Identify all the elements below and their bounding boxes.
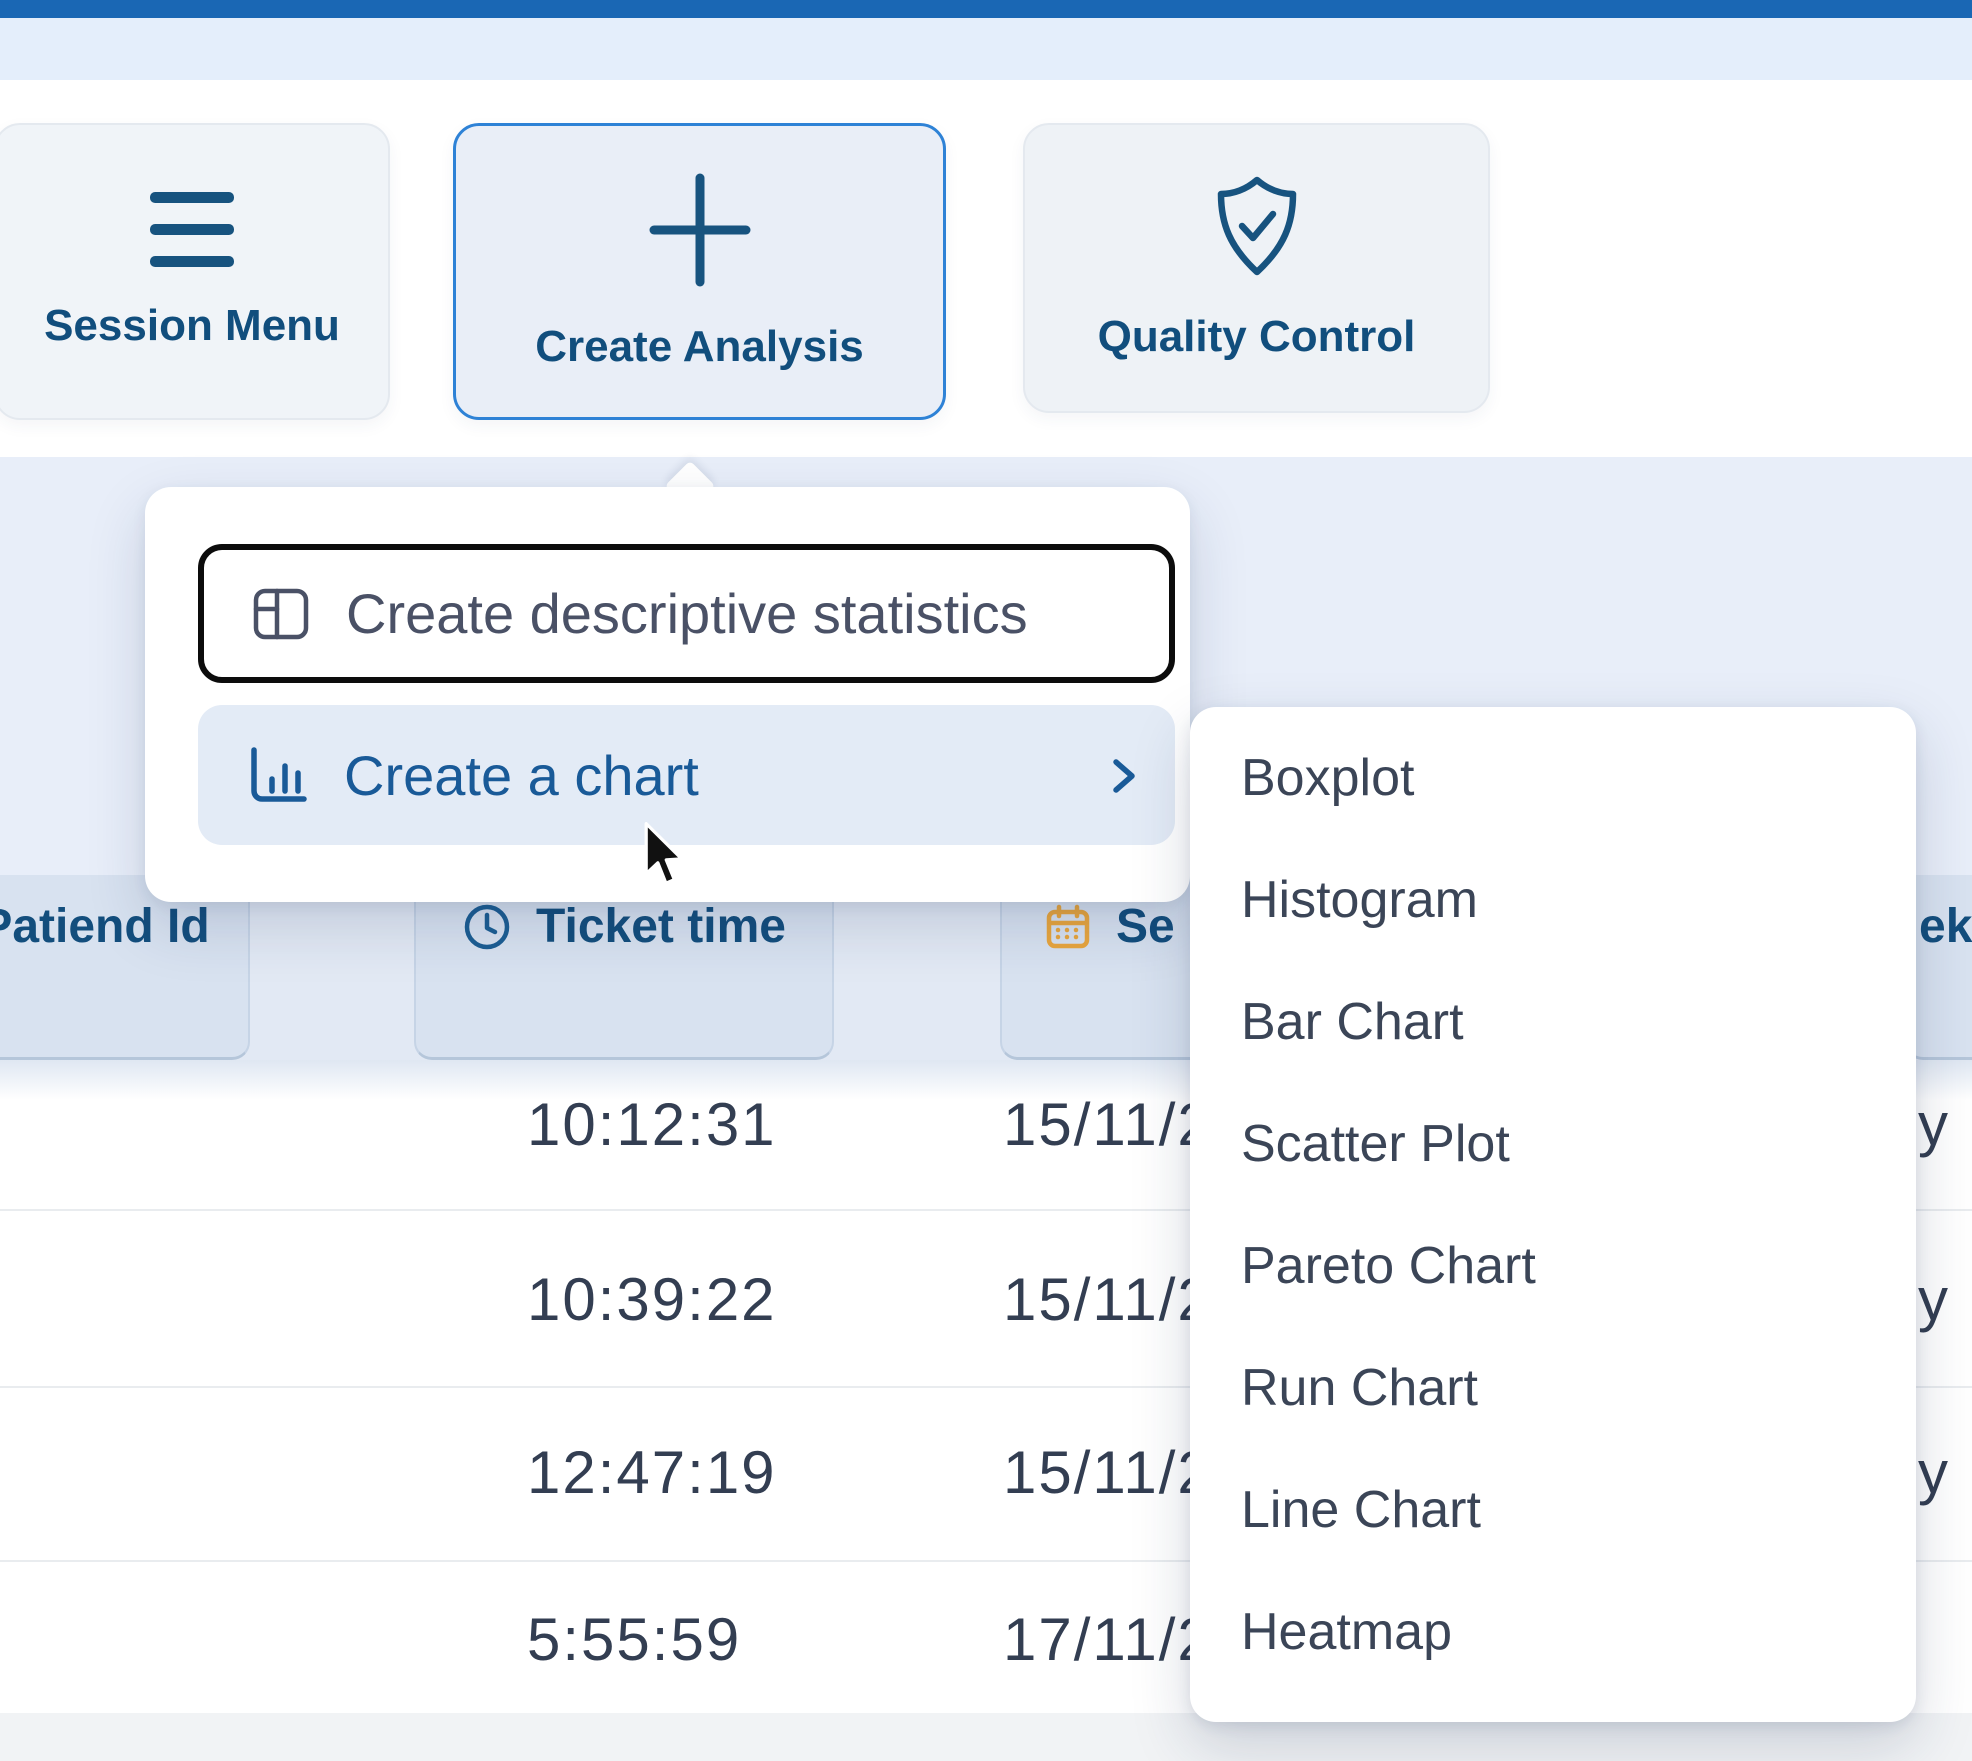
submenu-item-pareto-chart[interactable]: Pareto Chart (1190, 1205, 1916, 1327)
weekday-cell-truncated: y (1918, 1443, 1950, 1503)
hamburger-icon (150, 192, 234, 267)
weekday-cell-truncated: y (1918, 1270, 1950, 1330)
bar-chart-icon (244, 743, 310, 807)
menu-item-label: Create descriptive statistics (346, 581, 1028, 646)
session-menu-label: Session Menu (44, 301, 340, 351)
session-date-cell: 15/11/2 (1003, 1443, 1213, 1503)
top-title-bar (0, 0, 1972, 18)
ticket-time-header-label: Ticket time (536, 901, 786, 953)
submenu-item-heatmap[interactable]: Heatmap (1190, 1571, 1916, 1693)
patient-id-header-label: Patiend Id (0, 901, 210, 953)
column-header-ticket-time[interactable]: Ticket time (414, 875, 834, 1060)
week-header-label: ek (1919, 901, 1972, 953)
weekday-cell-truncated: y (1918, 1095, 1950, 1155)
column-header-patient-id[interactable]: Patiend Id (0, 875, 250, 1060)
submenu-item-scatter-plot[interactable]: Scatter Plot (1190, 1083, 1916, 1205)
clock-icon (462, 901, 512, 953)
menu-item-label: Create a chart (344, 743, 699, 808)
ticket-time-cell: 12:47:19 (527, 1443, 777, 1503)
create-analysis-label: Create Analysis (535, 322, 864, 372)
session-date-cell: 15/11/2 (1003, 1095, 1213, 1155)
session-date-cell: 17/11/2 (1003, 1610, 1213, 1670)
calendar-icon (1044, 901, 1092, 953)
shield-check-icon (1207, 174, 1307, 278)
ticket-time-cell: 5:55:59 (527, 1610, 741, 1670)
quality-control-button[interactable]: Quality Control (1023, 123, 1490, 413)
sub-header-band (0, 18, 1972, 80)
create-analysis-button[interactable]: Create Analysis (453, 123, 946, 420)
session-date-header-label: Se (1116, 901, 1175, 953)
chevron-right-icon (1101, 753, 1147, 799)
session-menu-button[interactable]: Session Menu (0, 123, 390, 420)
submenu-item-run-chart[interactable]: Run Chart (1190, 1327, 1916, 1449)
submenu-item-bar-chart[interactable]: Bar Chart (1190, 961, 1916, 1083)
plus-icon (645, 172, 755, 288)
table-icon (250, 583, 312, 645)
menu-item-descriptive-statistics[interactable]: Create descriptive statistics (198, 544, 1175, 683)
app-screen: Session Menu Create Analysis Quality Con… (0, 0, 1972, 1761)
quality-control-label: Quality Control (1098, 312, 1416, 362)
submenu-item-histogram[interactable]: Histogram (1190, 839, 1916, 961)
submenu-item-boxplot[interactable]: Boxplot (1190, 717, 1916, 839)
chart-type-submenu: Boxplot Histogram Bar Chart Scatter Plot… (1190, 707, 1916, 1722)
submenu-item-line-chart[interactable]: Line Chart (1190, 1449, 1916, 1571)
ticket-time-cell: 10:39:22 (527, 1270, 777, 1330)
ticket-time-cell: 10:12:31 (527, 1095, 777, 1155)
cursor-pointer (641, 822, 687, 890)
session-date-cell: 15/11/2 (1003, 1270, 1213, 1330)
